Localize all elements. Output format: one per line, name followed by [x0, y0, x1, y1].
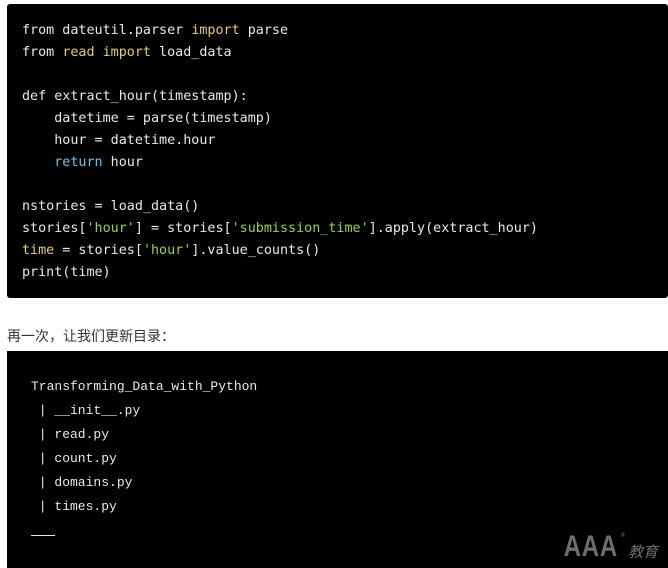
watermark-logo: AAA ® 教育 — [550, 532, 658, 562]
code-line: nstories = load_data() — [22, 196, 668, 218]
code-line: stories['hour'] = stories['submission_ti… — [22, 218, 668, 240]
code-token: 'submission_time' — [231, 221, 369, 236]
tree-file-item: | times.py — [31, 499, 117, 514]
code-token: import — [102, 45, 151, 60]
code-token: nstories = load_data() — [22, 199, 200, 214]
code-token: = stories[ — [54, 243, 143, 258]
tree-file-item: | domains.py — [31, 475, 133, 490]
code-token: from dateutil.parser — [22, 23, 192, 38]
code-line: datetime = parse(timestamp) — [22, 108, 668, 130]
code-token: 'hour' — [142, 243, 192, 258]
code-token: print(time) — [22, 265, 111, 280]
watermark-suffix: 教育 — [627, 543, 658, 561]
code-token: def extract_hour(timestamp): — [22, 89, 248, 104]
code-token: load_data — [151, 45, 232, 60]
code-token: hour — [102, 155, 143, 170]
code-line: def extract_hour(timestamp): — [22, 86, 668, 108]
code-line: from read import load_data — [22, 42, 668, 64]
code-token: import — [191, 23, 240, 38]
code-token: ] = stories[ — [134, 221, 232, 236]
tree-end-rule — [31, 535, 55, 536]
code-token: 'hour' — [86, 221, 135, 236]
code-token: hour = datetime.hour — [22, 133, 216, 148]
code-token: read — [62, 45, 95, 60]
code-token: ].value_counts() — [191, 243, 321, 258]
code-line: from dateutil.parser import parse — [22, 20, 668, 42]
code-line: print(time) — [22, 262, 668, 284]
tree-file-item: | count.py — [31, 451, 117, 466]
tree-root: Transforming_Data_with_Python — [31, 379, 258, 394]
code-token: parse — [239, 23, 289, 38]
tree-file-item: | __init__.py — [31, 403, 141, 418]
code-block-python: from dateutil.parser import parse from re… — [7, 4, 668, 298]
code-token: return — [54, 155, 103, 170]
code-token: datetime = parse(timestamp) — [22, 111, 272, 126]
code-token: from — [22, 45, 63, 60]
code-token: time — [22, 243, 55, 258]
registered-icon: ® — [619, 532, 626, 539]
paragraph-text: 再一次，让我们更新目录： — [7, 329, 175, 345]
watermark-brand: AAA — [563, 530, 618, 563]
code-line: return hour — [22, 152, 668, 174]
code-line: time = stories['hour'].value_counts() — [22, 240, 668, 262]
code-line: hour = datetime.hour — [22, 130, 668, 152]
code-token: stories[ — [22, 221, 87, 236]
code-token: ].apply(extract_hour) — [368, 221, 538, 236]
tree-file-item: | read.py — [31, 427, 110, 442]
